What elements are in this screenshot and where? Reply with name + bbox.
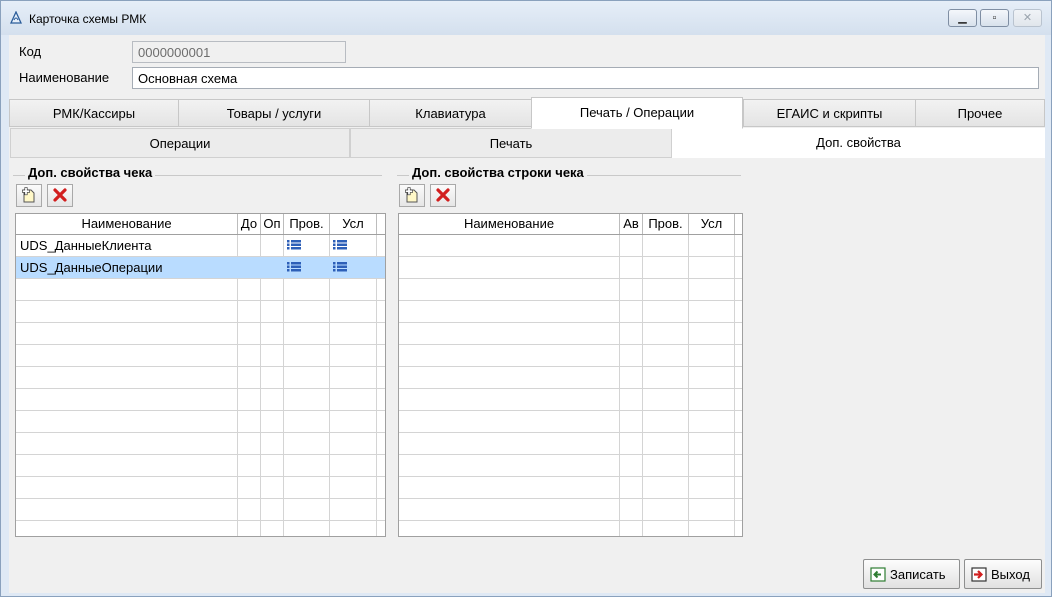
table-row[interactable] — [16, 499, 385, 521]
exit-button[interactable]: Выход — [964, 559, 1042, 589]
exit-icon — [971, 567, 987, 582]
row-name: UDS_ДанныеОперации — [20, 260, 163, 275]
table-row[interactable] — [399, 477, 742, 499]
table-row[interactable] — [16, 389, 385, 411]
table-row[interactable] — [16, 367, 385, 389]
title-bar: Карточка схемы РМК ▁ ▫ ✕ — [1, 1, 1051, 35]
table-row[interactable] — [399, 499, 742, 521]
table-row[interactable] — [16, 345, 385, 367]
table-row[interactable] — [399, 301, 742, 323]
table-row[interactable]: UDS_ДанныеКлиента — [16, 235, 385, 257]
add-icon — [405, 187, 418, 203]
save-icon — [870, 567, 886, 582]
line-props-grid: Наименование Ав Пров. Усл — [398, 213, 743, 537]
subtab-extra-properties[interactable]: Доп. свойства — [672, 128, 1045, 158]
window: Карточка схемы РМК ▁ ▫ ✕ Код 0000000001 … — [0, 0, 1052, 597]
table-row[interactable] — [399, 521, 742, 536]
save-button[interactable]: Записать — [863, 559, 960, 589]
tab-other[interactable]: Прочее — [915, 99, 1045, 127]
line-props-title: Доп. свойства строки чека — [409, 165, 587, 180]
code-field[interactable]: 0000000001 — [132, 41, 346, 63]
add-receipt-prop-button[interactable] — [16, 184, 42, 207]
tab-print-operations[interactable]: Печать / Операции — [531, 97, 743, 129]
tab-egais-scripts[interactable]: ЕГАИС и скрипты — [743, 99, 916, 127]
table-row[interactable] — [16, 301, 385, 323]
table-row[interactable] — [399, 411, 742, 433]
table-row[interactable] — [399, 235, 742, 257]
delete-icon — [53, 188, 67, 202]
name-field[interactable]: Основная схема — [132, 67, 1039, 89]
table-row[interactable] — [16, 323, 385, 345]
list-icon[interactable] — [287, 261, 301, 273]
add-icon — [22, 187, 35, 203]
subtab-operations[interactable]: Операции — [10, 128, 350, 158]
table-row[interactable] — [399, 323, 742, 345]
column-header[interactable]: Усл — [689, 214, 735, 234]
grid-header: Наименование До Оп Пров. Усл — [16, 214, 385, 235]
table-row[interactable] — [399, 257, 742, 279]
table-row[interactable] — [399, 433, 742, 455]
delete-icon — [436, 188, 450, 202]
table-row[interactable] — [399, 367, 742, 389]
table-row[interactable]: UDS_ДанныеОперации — [16, 257, 385, 279]
column-header[interactable]: Пров. — [643, 214, 689, 234]
close-icon: ✕ — [1022, 12, 1033, 24]
add-line-prop-button[interactable] — [399, 184, 425, 207]
sub-tabs: Операции Печать Доп. свойства — [9, 128, 1045, 158]
table-row[interactable] — [16, 433, 385, 455]
row-name: UDS_ДанныеКлиента — [20, 238, 152, 253]
list-icon[interactable] — [333, 261, 347, 273]
code-label: Код — [19, 44, 42, 59]
column-header[interactable]: Оп — [261, 214, 284, 234]
extra-properties-panel: Доп. свойства чека Наименование До Оп Пр… — [9, 159, 1045, 557]
tab-keyboard[interactable]: Клавиатура — [369, 99, 532, 127]
column-header[interactable]: До — [238, 214, 261, 234]
receipt-props-title: Доп. свойства чека — [25, 165, 156, 180]
client-area: Код 0000000001 Наименование Основная схе… — [9, 35, 1045, 593]
minimize-icon: ▁ — [958, 12, 967, 24]
receipt-props-grid: Наименование До Оп Пров. Усл UDS_ДанныеК… — [15, 213, 386, 537]
tab-rmk-cashiers[interactable]: РМК/Кассиры — [9, 99, 179, 127]
table-row[interactable] — [16, 521, 385, 536]
table-row[interactable] — [16, 411, 385, 433]
tab-goods-services[interactable]: Товары / услуги — [178, 99, 370, 127]
footer: Записать Выход — [9, 557, 1045, 593]
minimize-button[interactable]: ▁ — [948, 9, 977, 27]
exit-label: Выход — [991, 567, 1030, 582]
maximize-button[interactable]: ▫ — [980, 9, 1009, 27]
table-row[interactable] — [399, 389, 742, 411]
save-label: Записать — [890, 567, 946, 582]
column-header[interactable]: Наименование — [16, 214, 238, 234]
list-icon[interactable] — [287, 239, 301, 251]
grid-header: Наименование Ав Пров. Усл — [399, 214, 742, 235]
column-header[interactable]: Пров. — [284, 214, 330, 234]
table-row[interactable] — [399, 345, 742, 367]
table-row[interactable] — [399, 455, 742, 477]
column-header[interactable]: Усл — [330, 214, 377, 234]
table-row[interactable] — [16, 477, 385, 499]
window-title: Карточка схемы РМК — [29, 12, 147, 26]
list-icon[interactable] — [333, 239, 347, 251]
name-label: Наименование — [19, 70, 110, 85]
delete-line-prop-button[interactable] — [430, 184, 456, 207]
subtab-print[interactable]: Печать — [350, 128, 672, 158]
close-button[interactable]: ✕ — [1013, 9, 1042, 27]
maximize-icon: ▫ — [992, 12, 997, 24]
column-header[interactable]: Ав — [620, 214, 643, 234]
delete-receipt-prop-button[interactable] — [47, 184, 73, 207]
main-tabs: РМК/Кассиры Товары / услуги Клавиатура П… — [9, 97, 1045, 129]
app-icon — [9, 11, 23, 24]
column-header[interactable]: Наименование — [399, 214, 620, 234]
table-row[interactable] — [16, 279, 385, 301]
table-row[interactable] — [399, 279, 742, 301]
table-row[interactable] — [16, 455, 385, 477]
